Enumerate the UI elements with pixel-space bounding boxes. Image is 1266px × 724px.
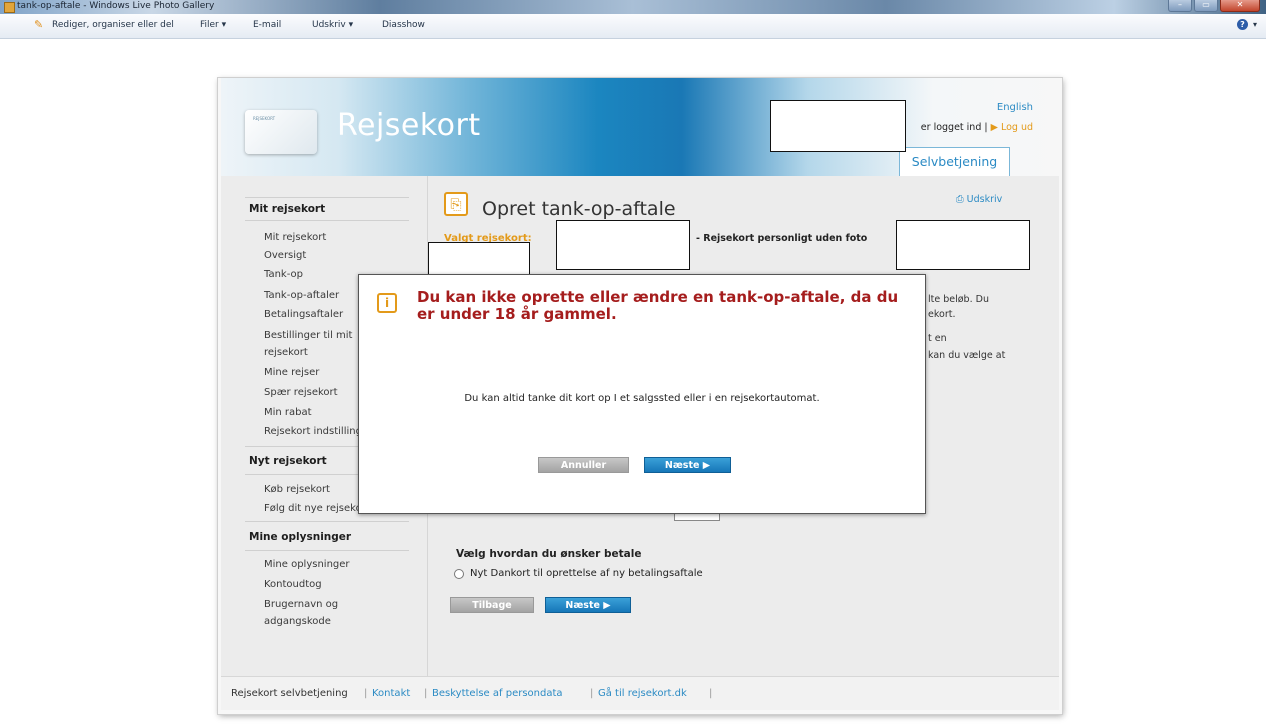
slideshow-button[interactable]: Diasshow xyxy=(382,20,425,30)
file-menu[interactable]: Filer ▾ xyxy=(200,20,226,30)
redacted-card-number xyxy=(556,220,690,270)
logout-link[interactable]: Log ud xyxy=(1001,122,1033,133)
login-status: er logget ind | ▶ Log ud xyxy=(921,122,1033,133)
email-button[interactable]: E-mail xyxy=(253,20,281,30)
payment-option-dankort[interactable]: Nyt Dankort til oprettelse af ny betalin… xyxy=(454,568,703,579)
hidden-text: t en xyxy=(928,333,947,344)
divider xyxy=(245,197,409,198)
sidebar-item-adgangskode[interactable]: adgangskode xyxy=(264,615,331,629)
redacted-card-name xyxy=(896,220,1030,270)
sidebar-item-brugernavn[interactable]: Brugernavn og xyxy=(264,598,338,612)
photo-viewer-image: REJSEKORT Rejsekort English er logget in… xyxy=(218,78,1062,714)
footer-contact-link[interactable]: Kontakt xyxy=(372,688,410,699)
next-button[interactable]: Næste ▶ xyxy=(545,597,631,613)
arrow-right-icon: ▶ xyxy=(990,122,998,133)
sidebar-item-bestillinger[interactable]: Bestillinger til mit xyxy=(264,329,352,343)
photo-gallery-icon xyxy=(4,2,15,13)
payment-heading: Vælg hvordan du ønsker betale xyxy=(456,548,642,560)
printer-icon: ⎙ xyxy=(956,194,964,205)
dialog-title: Du kan ikke oprette eller ændre en tank-… xyxy=(417,288,899,323)
language-link[interactable]: English xyxy=(997,102,1033,113)
separator: | xyxy=(709,688,713,699)
print-link[interactable]: ⎙ Udskriv xyxy=(956,194,1002,205)
footer-privacy-link[interactable]: Beskyttelse af persondata xyxy=(432,688,563,699)
site-header: REJSEKORT Rejsekort English er logget in… xyxy=(221,78,1059,176)
sidebar-item-mine-rejser[interactable]: Mine rejser xyxy=(264,366,319,380)
separator: | xyxy=(364,688,368,699)
back-button[interactable]: Tilbage xyxy=(450,597,534,613)
dialog-message: Du kan altid tanke dit kort op I et salg… xyxy=(464,393,820,404)
tab-selvbetjening[interactable]: Selvbetjening xyxy=(899,147,1010,176)
dialog-next-button[interactable]: Næste ▶ xyxy=(644,457,731,473)
radio-button[interactable] xyxy=(454,568,464,579)
help-icon[interactable]: ? xyxy=(1237,19,1248,30)
sidebar-item-bestillinger-cont[interactable]: rejsekort xyxy=(264,346,308,360)
hidden-text: ekort. xyxy=(928,309,956,320)
print-menu[interactable]: Udskriv ▾ xyxy=(312,20,353,30)
separator: | xyxy=(424,688,428,699)
error-dialog: i Du kan ikke oprette eller ændre en tan… xyxy=(358,274,926,514)
gallery-toolbar: ✎ Rediger, organiser eller del Filer ▾ E… xyxy=(0,14,1266,39)
sidebar-item-betalingsaftaler[interactable]: Betalingsaftaler xyxy=(264,308,343,322)
sidebar-item-mit-rejsekort[interactable]: Mit rejsekort xyxy=(264,231,326,245)
window-controls: – ▭ ✕ xyxy=(1168,0,1260,12)
sidebar-heading-nyt-rejsekort: Nyt rejsekort xyxy=(249,455,327,467)
chevron-down-icon[interactable]: ▾ xyxy=(1253,20,1257,29)
sidebar-item-koeb-rejsekort[interactable]: Køb rejsekort xyxy=(264,483,330,497)
sidebar-item-kontoudtog[interactable]: Kontoudtog xyxy=(264,578,322,592)
divider xyxy=(245,550,409,551)
minimize-button[interactable]: – xyxy=(1168,0,1192,12)
divider xyxy=(245,220,409,221)
sidebar-item-foelg-rejsekort[interactable]: Følg dit nye rejsekort xyxy=(264,502,370,516)
sidebar-item-indstillinger[interactable]: Rejsekort indstillinger xyxy=(264,425,372,439)
close-button[interactable]: ✕ xyxy=(1220,0,1260,12)
page-title: Opret tank-op-aftale xyxy=(482,198,676,220)
sidebar-item-tank-op[interactable]: Tank-op xyxy=(264,268,303,282)
cancel-button[interactable]: Annuller xyxy=(538,457,629,473)
card-type: - Rejsekort personligt uden foto xyxy=(696,233,868,244)
site-footer: Rejsekort selvbetjening | Kontakt | Besk… xyxy=(221,676,1059,710)
edit-icon: ✎ xyxy=(34,18,44,31)
footer-rejsekort-link[interactable]: Gå til rejsekort.dk xyxy=(598,688,687,699)
maximize-button[interactable]: ▭ xyxy=(1194,0,1218,12)
info-icon: i xyxy=(377,293,397,313)
edit-organize-share-menu[interactable]: Rediger, organiser eller del xyxy=(52,20,174,30)
footer-self-service: Rejsekort selvbetjening xyxy=(231,688,348,699)
hidden-text: kan du vælge at xyxy=(928,350,1006,361)
sidebar-heading-mit-rejsekort: Mit rejsekort xyxy=(249,203,326,215)
sidebar-item-tank-op-aftaler[interactable]: Tank-op-aftaler xyxy=(264,289,339,303)
separator: | xyxy=(590,688,594,699)
window-title: tank-op-aftale - Windows Live Photo Gall… xyxy=(17,1,215,11)
divider xyxy=(245,521,409,522)
sidebar-item-spaer-rejsekort[interactable]: Spær rejsekort xyxy=(264,386,338,400)
rejsekort-card-logo: REJSEKORT xyxy=(245,110,317,154)
page-icon: ⎘ xyxy=(444,192,468,216)
site-brand: Rejsekort xyxy=(337,108,481,143)
sidebar-heading-mine-oplysninger: Mine oplysninger xyxy=(249,531,352,543)
sidebar-item-oversigt[interactable]: Oversigt xyxy=(264,249,306,263)
sidebar-item-mine-oplysninger[interactable]: Mine oplysninger xyxy=(264,558,350,572)
hidden-text: lte beløb. Du xyxy=(928,294,989,305)
sidebar-item-min-rabat[interactable]: Min rabat xyxy=(264,406,312,420)
redacted-username xyxy=(770,100,906,152)
redacted-field xyxy=(428,242,530,276)
payment-option-label: Nyt Dankort til oprettelse af ny betalin… xyxy=(470,568,703,579)
logged-in-text: er logget ind | xyxy=(920,122,991,133)
window-titlebar: tank-op-aftale - Windows Live Photo Gall… xyxy=(0,0,1266,14)
